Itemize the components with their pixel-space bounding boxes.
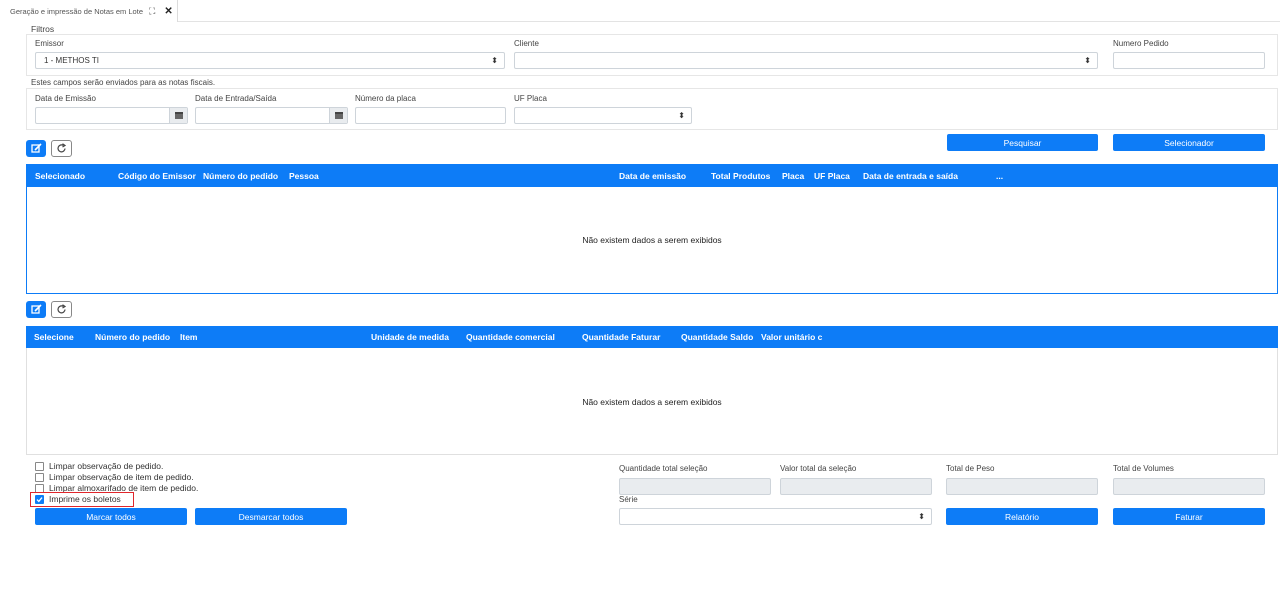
column-header[interactable]: Número do pedido xyxy=(95,326,170,348)
option-imprime-boletos[interactable]: Imprime os boletos xyxy=(35,494,121,504)
desmarcar-todos-button[interactable]: Desmarcar todos xyxy=(195,508,347,525)
fiscal-note: Estes campos serão enviados para as nota… xyxy=(31,78,216,87)
empty-message: Não existem dados a serem exibidos xyxy=(582,397,722,407)
numero-placa-label: Número da placa xyxy=(355,94,416,103)
column-header[interactable]: UF Placa xyxy=(814,165,850,187)
total-peso-label: Total de Peso xyxy=(946,464,995,473)
quantidade-total-label: Quantidade total seleção xyxy=(619,464,708,473)
data-emissao-input[interactable] xyxy=(35,107,188,124)
column-header[interactable]: Data de entrada e saída xyxy=(863,165,958,187)
refresh-button[interactable] xyxy=(51,140,72,157)
quantidade-total-field xyxy=(619,478,771,495)
emissor-value: 1 - METHOS TI xyxy=(44,56,99,65)
data-entrada-saida-label: Data de Entrada/Saída xyxy=(195,94,277,103)
uf-placa-select[interactable]: ⬍ xyxy=(514,107,692,124)
option-label: Limpar observação de item de pedido. xyxy=(49,472,194,482)
column-header[interactable]: Item xyxy=(180,326,197,348)
close-icon[interactable]: ✕ xyxy=(164,6,172,17)
option-limpar-observacao-item[interactable]: Limpar observação de item de pedido. xyxy=(35,472,194,482)
data-emissao-label: Data de Emissão xyxy=(35,94,96,103)
marcar-todos-button[interactable]: Marcar todos xyxy=(35,508,187,525)
column-header[interactable]: Selecione xyxy=(34,326,74,348)
faturar-button[interactable]: Faturar xyxy=(1113,508,1265,525)
calendar-icon[interactable] xyxy=(329,108,347,123)
pedidos-grid: Selecionado Código do Emissor Número do … xyxy=(26,164,1278,294)
column-header[interactable]: Quantidade Saldo xyxy=(681,326,753,348)
column-header[interactable]: Placa xyxy=(782,165,804,187)
refresh-button[interactable] xyxy=(51,301,72,318)
data-entrada-saida-input[interactable] xyxy=(195,107,348,124)
checkbox[interactable] xyxy=(35,461,44,471)
column-header[interactable]: Código do Emissor xyxy=(118,165,196,187)
column-header[interactable]: Total Produtos xyxy=(711,165,770,187)
column-header[interactable]: ... xyxy=(996,165,1003,187)
relatorio-button[interactable]: Relatório xyxy=(946,508,1098,525)
uf-placa-label: UF Placa xyxy=(514,94,547,103)
column-header[interactable]: Pessoa xyxy=(289,165,319,187)
expand-icon[interactable]: ⛶ xyxy=(149,6,155,17)
valor-total-label: Valor total da seleção xyxy=(780,464,857,473)
total-volumes-label: Total de Volumes xyxy=(1113,464,1174,473)
emissor-label: Emissor xyxy=(35,39,64,48)
cliente-select[interactable]: ⬍ xyxy=(514,52,1098,69)
refresh-icon xyxy=(57,143,67,153)
itens-grid-header: Selecione Número do pedido Item Unidade … xyxy=(26,326,1278,348)
tab-bar: Geração e impressão de Notas em Lote ⛶ ✕ xyxy=(0,0,1280,22)
filters-section-label: Filtros xyxy=(31,24,55,34)
emissor-select[interactable]: 1 - METHOS TI ⬍ xyxy=(35,52,505,69)
tab-title: Geração e impressão de Notas em Lote xyxy=(10,6,143,16)
total-volumes-field xyxy=(1113,478,1265,495)
option-label: Limpar observação de pedido. xyxy=(49,461,164,471)
column-header[interactable]: Número do pedido xyxy=(203,165,278,187)
column-header[interactable]: Valor unitário c xyxy=(761,326,822,348)
option-limpar-observacao-pedido[interactable]: Limpar observação de pedido. xyxy=(35,461,163,471)
column-header[interactable]: Quantidade Faturar xyxy=(582,326,660,348)
fiscal-panel: Data de Emissão Data de Entrada/Saída Nú… xyxy=(26,88,1278,130)
select-arrows-icon: ⬍ xyxy=(678,111,685,120)
edit-button[interactable] xyxy=(26,301,46,318)
empty-message: Não existem dados a serem exibidos xyxy=(582,235,722,245)
serie-label: Série xyxy=(619,495,638,504)
numero-pedido-label: Numero Pedido xyxy=(1113,39,1169,48)
column-header[interactable]: Data de emissão xyxy=(619,165,686,187)
option-label: Imprime os boletos xyxy=(49,494,121,504)
selecionador-button[interactable]: Selecionador xyxy=(1113,134,1265,151)
total-peso-field xyxy=(946,478,1098,495)
itens-grid: Selecione Número do pedido Item Unidade … xyxy=(26,326,1278,455)
checkbox-checked[interactable] xyxy=(35,494,44,504)
select-arrows-icon: ⬍ xyxy=(918,512,925,521)
filters-panel: Emissor 1 - METHOS TI ⬍ Cliente ⬍ Numero… xyxy=(26,34,1278,76)
select-arrows-icon: ⬍ xyxy=(491,56,498,65)
column-header[interactable]: Selecionado xyxy=(35,165,85,187)
column-header[interactable]: Unidade de medida xyxy=(371,326,449,348)
numero-pedido-input[interactable] xyxy=(1113,52,1265,69)
edit-icon xyxy=(30,143,42,153)
cliente-label: Cliente xyxy=(514,39,539,48)
numero-placa-input[interactable] xyxy=(355,107,506,124)
tab-notas-lote[interactable]: Geração e impressão de Notas em Lote ⛶ ✕ xyxy=(0,0,178,22)
valor-total-field xyxy=(780,478,932,495)
checkmark-icon xyxy=(36,496,43,502)
checkbox[interactable] xyxy=(35,472,44,482)
select-arrows-icon: ⬍ xyxy=(1084,56,1091,65)
pedidos-grid-header: Selecionado Código do Emissor Número do … xyxy=(27,165,1277,187)
edit-button[interactable] xyxy=(26,140,46,157)
refresh-icon xyxy=(57,304,67,314)
pesquisar-button[interactable]: Pesquisar xyxy=(947,134,1098,151)
serie-select[interactable]: ⬍ xyxy=(619,508,932,525)
edit-icon xyxy=(30,304,42,314)
column-header[interactable]: Quantidade comercial xyxy=(466,326,555,348)
calendar-icon[interactable] xyxy=(169,108,187,123)
